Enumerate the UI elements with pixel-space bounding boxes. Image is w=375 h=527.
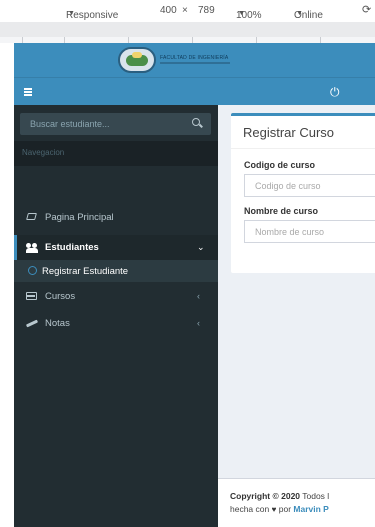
course-name-label: Nombre de curso bbox=[244, 206, 319, 216]
footer: Copyright © 2020 Todos l hecha con ♥ por… bbox=[218, 478, 375, 527]
logo-text: FACULTAD DE INGENIERÍA bbox=[160, 55, 229, 61]
sidebar-item-label: Cursos bbox=[45, 291, 76, 302]
sidebar-subitem-registrar-estudiante[interactable]: Registrar Estudiante bbox=[14, 260, 218, 282]
logo-header: FACULTAD DE INGENIERÍA bbox=[14, 43, 375, 77]
height-field[interactable]: 789 bbox=[198, 5, 215, 16]
sidebar-item-notas[interactable]: Notas ‹ bbox=[14, 311, 218, 336]
footer-credit-line: hecha con ♥ por Marvin P bbox=[230, 504, 329, 514]
sidebar-header: Navegacion bbox=[14, 141, 218, 166]
chevron-down-icon: ▼ bbox=[238, 10, 245, 17]
box-title: Registrar Curso bbox=[243, 125, 335, 140]
chevron-left-icon: ‹ bbox=[197, 318, 200, 328]
sidebar-item-label: Registrar Estudiante bbox=[42, 266, 129, 277]
content-area: Registrar Curso Codigo de curso Nombre d… bbox=[218, 105, 375, 527]
card-icon bbox=[26, 292, 37, 300]
pencil-icon bbox=[25, 319, 39, 328]
sidebar-item-label: Notas bbox=[45, 318, 70, 329]
faculty-logo[interactable] bbox=[118, 47, 156, 73]
menu-toggle-icon[interactable] bbox=[24, 88, 32, 96]
chevron-down-icon: ⌄ bbox=[197, 242, 205, 252]
circle-icon bbox=[28, 266, 37, 275]
sidebar: Navegacion Pagina Principal Estudiantes … bbox=[14, 105, 218, 527]
times-sign: × bbox=[182, 5, 188, 16]
course-code-input[interactable] bbox=[244, 174, 375, 197]
users-icon bbox=[26, 243, 40, 253]
search-icon[interactable] bbox=[192, 118, 204, 130]
sidebar-search bbox=[20, 113, 211, 135]
sidebar-item-label: Estudiantes bbox=[45, 242, 99, 253]
chevron-down-icon: ▼ bbox=[296, 10, 303, 17]
rotate-icon[interactable]: ⟳ bbox=[362, 3, 371, 16]
footer-copyright-line: Copyright © 2020 Todos l bbox=[230, 491, 329, 501]
course-code-label: Codigo de curso bbox=[244, 160, 316, 170]
sidebar-item-cursos[interactable]: Cursos ‹ bbox=[14, 284, 218, 309]
top-navbar: ⏻ bbox=[14, 77, 375, 105]
device-viewport: FACULTAD DE INGENIERÍA ⏻ Navegacion Pagi… bbox=[14, 43, 375, 527]
made-with-text: hecha con bbox=[230, 504, 270, 514]
rights-text: Todos l bbox=[302, 491, 330, 501]
sidebar-item-pagina-principal[interactable]: Pagina Principal bbox=[14, 205, 218, 230]
copyright-text: Copyright © 2020 bbox=[230, 491, 301, 501]
sidebar-item-estudiantes[interactable]: Estudiantes ⌄ bbox=[14, 235, 218, 260]
devtools-ruler bbox=[0, 22, 375, 37]
sidebar-item-label: Pagina Principal bbox=[45, 212, 114, 223]
box-divider bbox=[231, 148, 375, 149]
power-icon[interactable]: ⏻ bbox=[330, 85, 340, 99]
course-name-input[interactable] bbox=[244, 220, 375, 243]
width-field[interactable]: 400 bbox=[160, 5, 177, 16]
home-icon bbox=[26, 213, 37, 222]
logo-subtitle-line bbox=[160, 62, 230, 64]
devtools-toolbar: Responsive ▼ 400 × 789 100% ▼ Online ▼ ⟳ bbox=[0, 0, 375, 22]
chevron-left-icon: ‹ bbox=[197, 291, 200, 301]
by-text: por bbox=[278, 504, 292, 514]
search-input[interactable] bbox=[20, 113, 185, 135]
author-link[interactable]: Marvin P bbox=[293, 504, 328, 514]
register-course-box: Registrar Curso Codigo de curso Nombre d… bbox=[231, 113, 375, 273]
heart-icon: ♥ bbox=[271, 505, 277, 514]
chevron-down-icon: ▼ bbox=[68, 10, 75, 17]
